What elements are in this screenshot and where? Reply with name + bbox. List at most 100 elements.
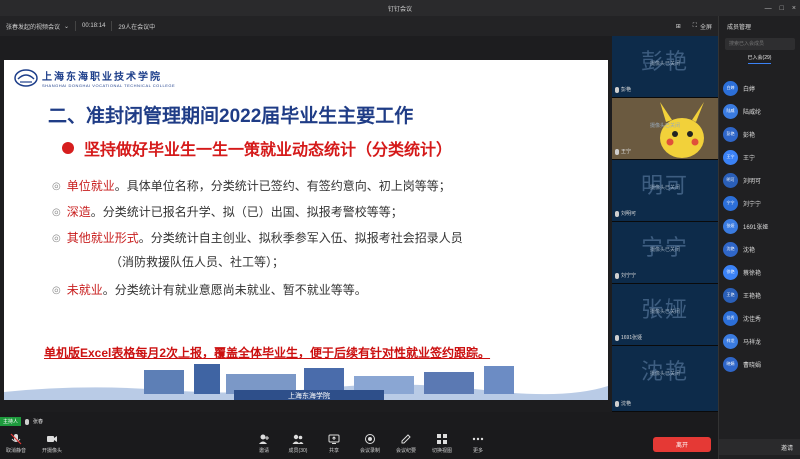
member-name: 陆威纶	[743, 109, 762, 116]
mic-icon	[615, 400, 619, 407]
more-icon	[472, 437, 484, 441]
share-icon	[328, 434, 340, 444]
tab-joined[interactable]: 已入会(29)	[747, 54, 772, 64]
more-label: 更多	[472, 448, 483, 454]
mic-icon	[615, 210, 619, 217]
participant-name-text: 王宁	[621, 149, 632, 155]
member-row[interactable]: 祥龙 马祥龙	[723, 331, 797, 351]
maximize-icon[interactable]: □	[780, 5, 784, 12]
member-row[interactable]: 沈艳 沈艳	[723, 239, 797, 259]
slide-title: 二、准封闭管理期间2022届毕业生主要工作	[48, 106, 414, 127]
avatar: 佳秀	[723, 310, 738, 326]
camera-off-label: 摄像头已关闭	[649, 309, 680, 315]
video-strip[interactable]: 彭艳 摄像头已关闭 彭艳 摄像头已关闭 王宁 明可 摄像头已关闭 刘明可 宁宁 …	[612, 36, 718, 412]
video-tile[interactable]: 沈艳 摄像头已关闭 沈艳	[612, 346, 718, 412]
member-row[interactable]: 晓娟 曹晓娟	[723, 354, 797, 374]
video-tile[interactable]: 张娅 摄像头已关闭 1691张娅	[612, 284, 718, 346]
window-controls: — □ ×	[765, 0, 796, 16]
bullet-text: 。分类统计有就业意愿尚未就业、暂不就业等等。	[102, 283, 367, 297]
school-name-en: SHANGHAI DONGHAI VOCATIONAL TECHNICAL CO…	[42, 83, 176, 88]
attendee-count: 29人在会议中	[118, 24, 156, 31]
member-row[interactable]: 宁宁 刘宁宁	[723, 193, 797, 213]
mic-icon	[615, 148, 619, 155]
member-name: 王宁	[743, 155, 756, 162]
camera-off-label: 摄像头已关闭	[649, 185, 680, 191]
red-bullet-icon	[62, 142, 74, 154]
panel-title: 成员管理	[727, 24, 752, 31]
member-search-input[interactable]	[725, 38, 795, 50]
avatar: 王宁	[723, 149, 738, 165]
share-label: 共享	[328, 448, 339, 454]
fullscreen-icon: ⛶	[692, 22, 697, 29]
leave-button[interactable]: 离开	[653, 437, 711, 452]
participant-name: 彭艳	[615, 86, 631, 93]
member-name: 彭艳	[743, 132, 756, 139]
bullet-text: 。分类统计已报名升学、拟（已）出国、拟报考警校等等；	[90, 205, 403, 219]
campus-illustration: 上海东海学院	[4, 362, 608, 400]
bullet-text: 。分类统计自主创业、拟秋季参军入伍、拟报考社会招录人员	[138, 231, 463, 245]
avatar: 明可	[723, 172, 738, 188]
camera-button[interactable]: 开摄像头	[30, 433, 74, 454]
record-label: 会议录制	[359, 448, 380, 454]
member-name: 沈艳	[743, 247, 756, 254]
video-tile[interactable]: 摄像头已关闭 王宁	[612, 98, 718, 160]
fullscreen-label: 全屏	[699, 24, 712, 31]
avatar: 徐艳	[723, 264, 738, 280]
video-tile[interactable]: 彭艳 摄像头已关闭 彭艳	[612, 36, 718, 98]
shared-screen: 上海东海职业技术学院 SHANGHAI DONGHAI VOCATIONAL T…	[0, 36, 612, 412]
camera-off-label: 摄像头已关闭	[649, 247, 680, 253]
member-name: 白婷	[743, 86, 756, 93]
member-tabs: 已入会(29)	[719, 54, 800, 64]
member-name: 王艳艳	[743, 293, 762, 300]
member-row[interactable]: 徐艳 蔡徐艳	[723, 262, 797, 282]
member-name: 沈佳秀	[743, 316, 762, 323]
member-row[interactable]: 佳秀 沈佳秀	[723, 308, 797, 328]
avatar: 白婷	[723, 80, 738, 96]
notes-label: 会议纪要	[395, 448, 416, 454]
grid-icon[interactable]: ⊞	[676, 23, 681, 30]
host-name: 张春	[33, 419, 44, 425]
member-row[interactable]: 王宁 王宁	[723, 147, 797, 167]
more-button[interactable]: 更多	[456, 433, 500, 454]
member-row[interactable]: 明可 刘明可	[723, 170, 797, 190]
bullet-item: ◎ 未就业。分类统计有就业意愿尚未就业、暂不就业等等。	[52, 282, 367, 299]
member-row[interactable]: 王艳 王艳艳	[723, 285, 797, 305]
meeting-name[interactable]: 张春发起的视频会议 ⌄	[0, 21, 77, 31]
participant-name: 沈艳	[615, 400, 631, 407]
mic-icon	[25, 418, 30, 425]
camera-off-label: 摄像头已关闭	[649, 371, 680, 377]
member-row[interactable]: 白婷 白婷	[723, 78, 797, 98]
bullet-keyword: 其他就业形式	[66, 231, 139, 245]
camera-off-label: 摄像头已关闭	[649, 61, 680, 67]
window-title: 钉钉会议	[387, 6, 412, 13]
camera-icon	[47, 436, 57, 442]
member-row[interactable]: 张娅 1691张娅	[723, 216, 797, 236]
minimize-icon[interactable]: —	[765, 5, 772, 12]
member-row[interactable]: 陆威 陆威纶	[723, 101, 797, 121]
fullscreen-button[interactable]: ⛶ 全屏	[693, 22, 712, 31]
avatar: 王艳	[723, 287, 738, 303]
members-icon	[292, 434, 304, 444]
participant-name-text: 刘明可	[621, 211, 637, 217]
view-icon	[437, 434, 447, 444]
window-titlebar: 钉钉会议 — □ ×	[0, 0, 800, 16]
bullet-ring-icon: ◎	[52, 285, 61, 296]
meeting-toolbar: 取消静音 开摄像头 邀请 成员(30) 共享 会议录制 会议纪要 切换视图 更多…	[0, 430, 718, 459]
video-tile[interactable]: 明可 摄像头已关闭 刘明可	[612, 160, 718, 222]
slide-subtitle-text: 坚持做好毕业生一生一策就业动态统计（分类统计）	[84, 142, 453, 159]
avatar: 沈艳	[723, 241, 738, 257]
avatar: 晓娟	[723, 356, 738, 372]
invite-label: 邀请	[258, 448, 269, 454]
participant-name: 1691张娅	[615, 334, 642, 341]
member-name: 1691张娅	[743, 224, 769, 231]
member-name: 刘宁宁	[743, 201, 762, 208]
invite-button[interactable]: 邀请	[719, 439, 800, 455]
video-tile[interactable]: 宁宁 摄像头已关闭 刘宁宁	[612, 222, 718, 284]
bullet-item: ◎ 单位就业。具体单位名称，分类统计已签约、有签约意向、初上岗等等；	[52, 178, 451, 195]
member-row[interactable]: 彭艳 彭艳	[723, 124, 797, 144]
close-icon[interactable]: ×	[792, 5, 796, 12]
avatar: 彭艳	[723, 126, 738, 142]
member-panel: 成员管理 已入会(29) 白婷白婷陆威陆威纶彭艳彭艳王宁王宁明可刘明可宁宁刘宁宁…	[718, 16, 800, 459]
school-logo: 上海东海职业技术学院 SHANGHAI DONGHAI VOCATIONAL T…	[14, 68, 175, 88]
notes-icon	[401, 434, 411, 444]
